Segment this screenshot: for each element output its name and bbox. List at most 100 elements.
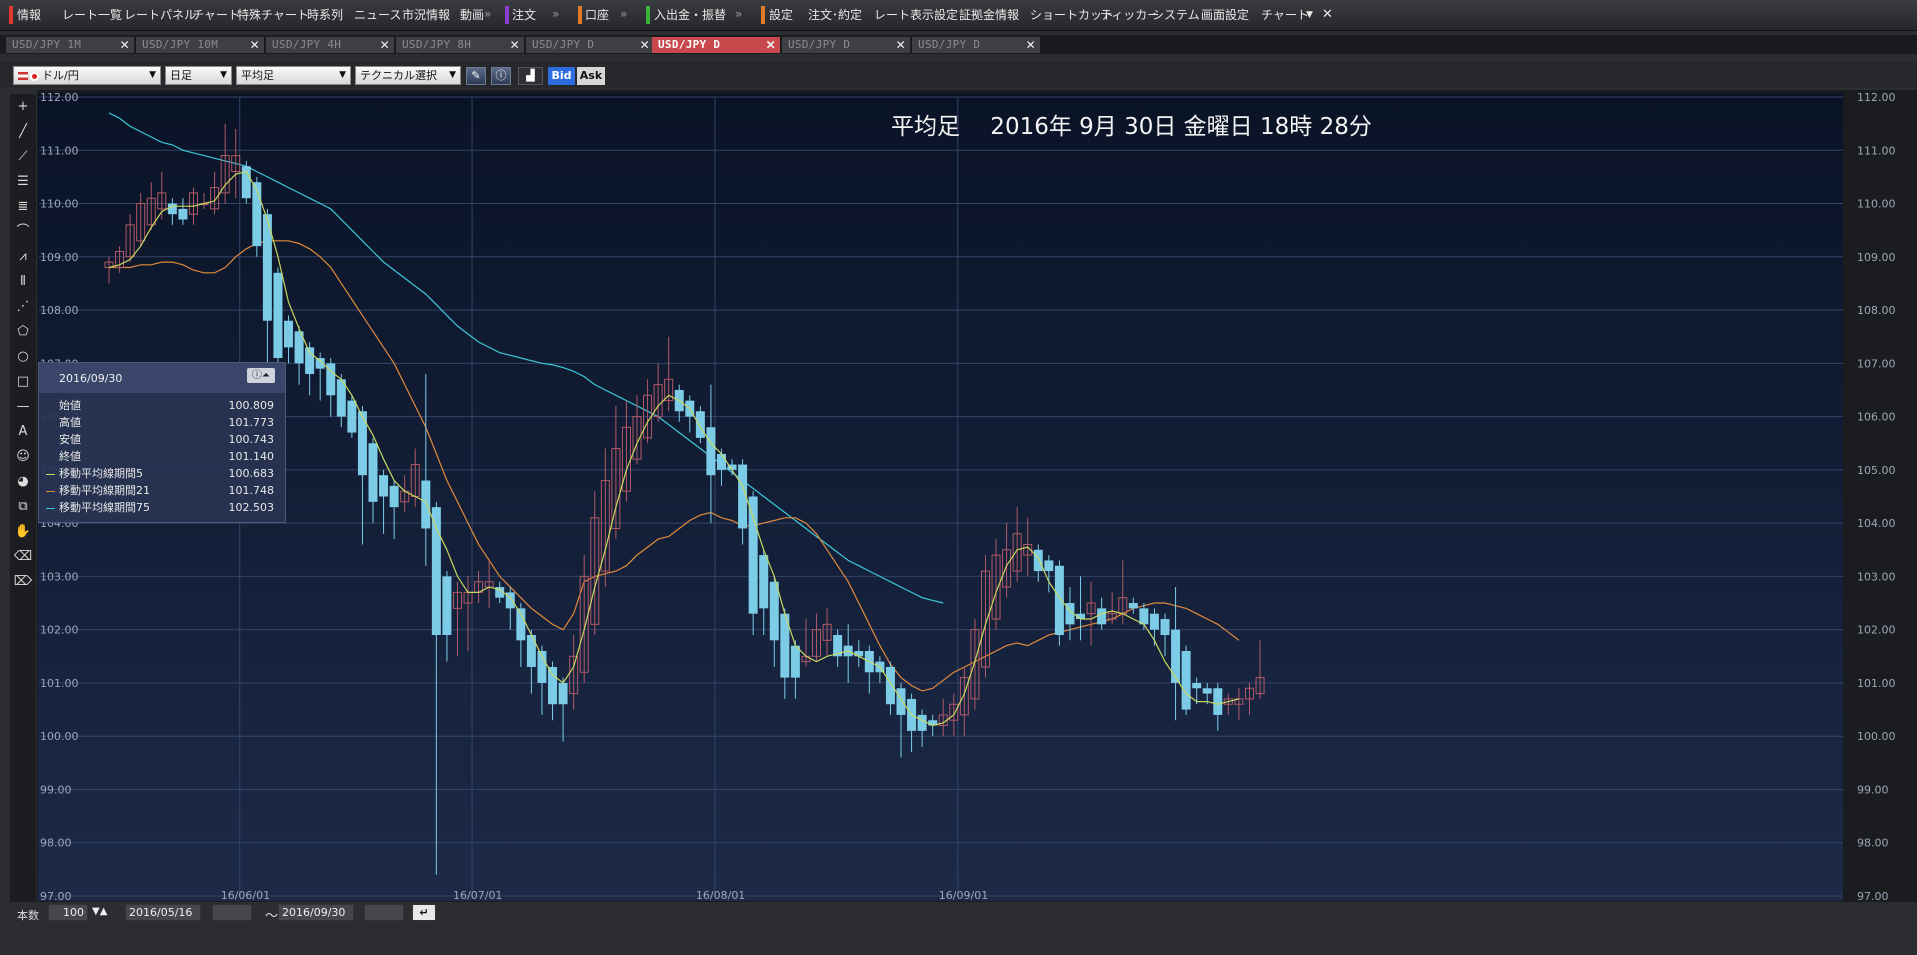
text-icon[interactable]: A [12, 421, 34, 443]
menu-item-order[interactable]: 注文 [512, 8, 536, 22]
apply-range-icon[interactable]: ↵ [412, 904, 436, 921]
pentagon-icon[interactable]: ⬠ [12, 321, 34, 343]
rectangle-icon[interactable]: □ [12, 371, 34, 393]
ruler-icon[interactable]: ⟋ [12, 146, 34, 168]
tab-usdjpy-d-3[interactable]: USD/JPY D ✕ [782, 37, 910, 53]
period-select[interactable]: 日足 ▼ [165, 66, 232, 85]
menu-item-video[interactable]: 動画 [460, 8, 484, 22]
menu-overflow-icon[interactable]: » [484, 7, 491, 21]
menu-dropdown-icon[interactable]: ▼ [1306, 8, 1313, 22]
fibonacci-icon[interactable]: ≣ [12, 196, 34, 218]
eraser-all-icon[interactable]: ⌦ [12, 571, 34, 593]
candle-type-label: 平均足 [241, 69, 274, 82]
symbol-label: ドル/円 [42, 69, 79, 82]
tab-usdjpy-1m[interactable]: USD/JPY 1M ✕ [6, 37, 134, 53]
from-date-input[interactable]: 2016/05/16 [125, 904, 201, 921]
menu-item-settings[interactable]: 設定 [769, 8, 793, 22]
candle-body-down [716, 453, 726, 470]
menu-item-chart[interactable]: チャート [192, 8, 240, 22]
tab-label: USD/JPY D [658, 38, 721, 51]
menu-item-margin-info[interactable]: 証拠金情報 [959, 8, 1019, 22]
menu-item-news[interactable]: ニュース [354, 8, 401, 22]
tab-usdjpy-d-4[interactable]: USD/JPY D ✕ [912, 37, 1040, 53]
candle-body-down [1181, 650, 1191, 710]
count-input[interactable]: 100 [48, 904, 88, 921]
tab-close-icon[interactable]: ✕ [766, 37, 776, 53]
tab-close-icon[interactable]: ✕ [120, 37, 130, 53]
ma75-legend-swatch [46, 508, 55, 509]
pitchfork-icon[interactable]: ⋰ [12, 296, 34, 318]
tab-close-icon[interactable]: ✕ [896, 37, 906, 53]
tab-label: USD/JPY 10M [142, 38, 219, 51]
collapse-info-icon[interactable]: ⓘ⏶ [247, 368, 275, 383]
undo-draw-icon[interactable]: ◕ [12, 471, 34, 493]
tab-usdjpy-8h[interactable]: USD/JPY 8H ✕ [396, 37, 524, 53]
menu-item-screen-settings[interactable]: 画面設定 [1201, 8, 1249, 22]
fan-lines-icon[interactable]: ⩘ [12, 246, 34, 268]
tab-close-icon[interactable]: ✕ [510, 37, 520, 53]
vertical-lines-icon[interactable]: ⦀ [12, 271, 34, 293]
technical-select[interactable]: テクニカル選択 ▼ [355, 66, 461, 85]
row-label: 移動平均線期間75 [59, 501, 150, 514]
count-stepper-icon[interactable]: ▼▲ [89, 904, 119, 921]
copy-icon[interactable]: ⧉ [12, 496, 34, 518]
horizontal-lines-icon[interactable]: ☰ [12, 171, 34, 193]
menu-item-time-series[interactable]: 時系列 [307, 8, 343, 22]
menu-overflow-icon[interactable]: » [735, 7, 742, 21]
bid-button[interactable]: Bid [548, 67, 575, 85]
crosshair-icon[interactable]: + [12, 96, 34, 118]
data-window[interactable]: 2016/09/30 ⓘ⏶ 始値 100.809 高値 101.773 安値 100.… [38, 362, 286, 523]
menu-item-special-chart[interactable]: 特殊チャート [237, 8, 309, 22]
candle-body-down [1149, 613, 1159, 630]
menu-item-ticker[interactable]: ティッカー [1100, 8, 1159, 22]
menu-item-deposit-withdraw[interactable]: 入出金・振替 [654, 8, 726, 22]
info-icon[interactable]: ⓘ [491, 67, 511, 85]
row-label: 安値 [59, 433, 81, 446]
menu-item-rate-display-settings[interactable]: レート表示設定 [874, 8, 958, 22]
menu-item-order-execution[interactable]: 注文･約定 [808, 8, 862, 22]
menu-overflow-icon[interactable]: » [552, 7, 559, 21]
menu-close-icon[interactable]: ✕ [1322, 8, 1333, 22]
menu-item-chart-settings[interactable]: チャート [1261, 8, 1309, 22]
emoji-icon[interactable]: ☺ [12, 446, 34, 468]
y-tick-label-right: 103.00 [1857, 570, 1896, 583]
data-row-ma75: 移動平均線期間75 102.503 [44, 500, 280, 516]
menu-overflow-icon[interactable]: » [620, 7, 627, 21]
tab-close-icon[interactable]: ✕ [380, 37, 390, 53]
from-time-input[interactable] [212, 904, 252, 921]
tab-usdjpy-10m[interactable]: USD/JPY 10M ✕ [136, 37, 264, 53]
tab-label: USD/JPY D [788, 38, 851, 51]
circle-icon[interactable]: ○ [12, 346, 34, 368]
to-date-input[interactable]: 2016/09/30 [278, 904, 354, 921]
pencil-icon[interactable]: ✎ [466, 67, 486, 85]
tab-close-icon[interactable]: ✕ [250, 37, 260, 53]
menu-group-marker [505, 6, 509, 24]
tab-close-icon[interactable]: ✕ [1026, 37, 1036, 53]
menu-item-system[interactable]: システム [1152, 8, 1200, 22]
data-row-open: 始値 100.809 [44, 398, 280, 414]
tab-usdjpy-d-1[interactable]: USD/JPY D ✕ [526, 37, 654, 53]
drawing-tools-panel: + ╱ ⟋ ☰ ≣ ⌒ ⩘ ⦀ ⋰ ⬠ ○ □ — A ☺ ◕ ⧉ ✋ ⌫ ⌦ [10, 94, 36, 902]
to-time-input[interactable] [364, 904, 404, 921]
menu-item-rate-panel[interactable]: レートパネル [124, 8, 196, 22]
hand-icon[interactable]: ✋ [12, 521, 34, 543]
candle-body-down [273, 272, 283, 359]
eraser-icon[interactable]: ⌫ [12, 546, 34, 568]
menu-item-rate-list[interactable]: レート一覧 [62, 8, 122, 22]
fan-arc-icon[interactable]: ⌒ [12, 221, 34, 243]
ask-button[interactable]: Ask [577, 67, 605, 85]
area-chart-icon[interactable]: ▟ [518, 67, 543, 85]
tab-usdjpy-d-active[interactable]: USD/JPY D ✕ [652, 37, 780, 53]
symbol-select[interactable]: ドル/円 ▼ [13, 66, 161, 85]
candle-type-select[interactable]: 平均足 ▼ [236, 66, 351, 85]
horizontal-line-icon[interactable]: — [12, 396, 34, 418]
tab-close-icon[interactable]: ✕ [640, 37, 650, 53]
trendline-icon[interactable]: ╱ [12, 121, 34, 143]
y-tick-label-right: 98.00 [1857, 837, 1889, 850]
menu-item-market-info[interactable]: 市況情報 [402, 8, 450, 22]
tab-usdjpy-4h[interactable]: USD/JPY 4H ✕ [266, 37, 394, 53]
candlestick-chart[interactable]: 112.00 112.00 111.00 111.00 110.00 110.00 109.… [37, 90, 1917, 902]
menu-item-info[interactable]: 情報 [17, 8, 41, 22]
menu-item-account[interactable]: 口座 [585, 8, 609, 22]
y-tick-label-right: 102.00 [1857, 624, 1896, 637]
